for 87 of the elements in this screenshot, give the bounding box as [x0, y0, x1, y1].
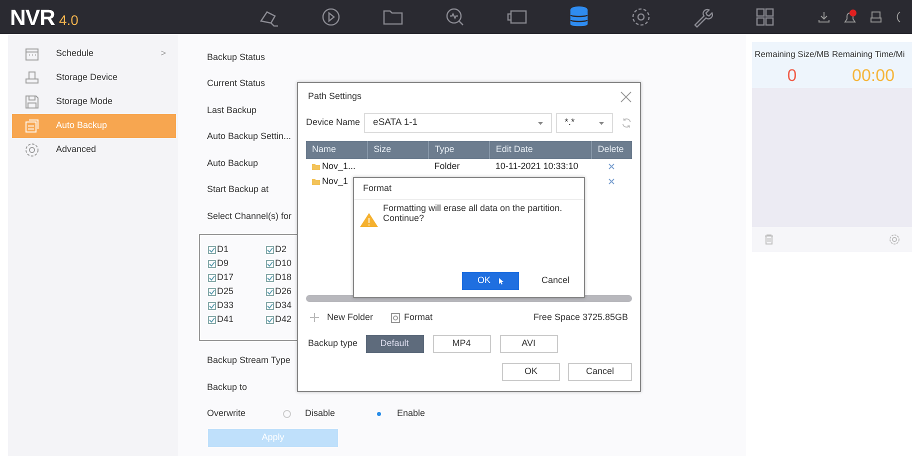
field-label: Device Name [306, 116, 360, 130]
app-logo: NVR [10, 4, 55, 32]
warning-message: Formatting will erase all data on the partition. Continue? [383, 204, 563, 225]
delete-icon[interactable] [608, 178, 616, 186]
channel-checkbox[interactable]: D2 [266, 242, 324, 256]
field-label: Overwrite [207, 407, 247, 420]
ok-button[interactable]: OK [502, 362, 560, 380]
filter-dropdown[interactable]: *.* [556, 113, 613, 133]
backup-type-button[interactable]: AVI [500, 334, 558, 352]
field-label: Start Backup at [207, 183, 269, 196]
field-label: Last Backup [207, 104, 257, 117]
delete-icon[interactable] [608, 163, 616, 170]
gear-icon [24, 142, 40, 158]
check-icon [209, 260, 215, 266]
caret-icon [598, 122, 604, 124]
channel-checkbox[interactable]: D17 [208, 270, 266, 284]
free-space-label: Free Space 3725.85GB [533, 311, 628, 324]
ok-button[interactable]: OK [462, 272, 519, 290]
chevron-icon: > [160, 47, 166, 61]
check-icon [267, 316, 273, 322]
cancel-button[interactable]: Cancel [568, 362, 632, 380]
remaining-size-label: Remaining Size/MB [754, 48, 830, 61]
channel-checkbox[interactable]: D18 [266, 270, 324, 284]
check-icon [209, 302, 215, 308]
field-label: Backup Status [207, 50, 266, 64]
channel-checkbox[interactable]: D9 [208, 256, 266, 270]
check-icon [209, 288, 215, 294]
check-icon [267, 302, 273, 308]
channel-checkbox[interactable]: D10 [266, 256, 324, 270]
field-label: Current Status [207, 77, 266, 90]
check-icon [209, 316, 215, 322]
cursor-icon [498, 278, 504, 284]
dialog-title: Format [363, 182, 392, 195]
check-icon [267, 288, 273, 294]
remaining-time-label: Remaining Time/Mi [832, 48, 906, 61]
plus-icon [310, 313, 319, 322]
field-label: Backup Stream Type [207, 354, 290, 367]
backup-type-button[interactable]: MP4 [432, 334, 491, 352]
warning-icon [359, 212, 379, 228]
sidebar-item[interactable]: Storage Mode [12, 90, 176, 114]
printer-icon[interactable] [870, 11, 882, 23]
download-icon[interactable] [818, 11, 830, 23]
sidebar-item[interactable]: Advanced [12, 138, 176, 162]
column-header: Name [306, 141, 368, 159]
column-header: Delete [591, 141, 632, 159]
backup-type-button[interactable]: Default [366, 334, 424, 352]
folder-icon [312, 164, 320, 170]
table-cell: 10-11-2021 10:33:10 [489, 159, 592, 174]
column-header: Type [428, 141, 490, 159]
folder-icon [312, 178, 320, 185]
check-icon [267, 260, 273, 266]
channel-checkbox[interactable]: D34 [266, 298, 324, 312]
channel-checkbox[interactable]: D26 [266, 284, 324, 298]
field-label: Backup to [207, 380, 248, 394]
radio-option[interactable]: Disable [283, 407, 336, 420]
field-label: Select Channel(s) for [207, 210, 292, 223]
document-icon [24, 118, 40, 134]
channel-checkbox[interactable]: D25 [208, 284, 266, 298]
drive-icon [24, 70, 40, 86]
version-label: 4.0 [58, 10, 78, 30]
table-cell: Folder [428, 159, 490, 174]
dialog-title: Path Settings [308, 90, 362, 104]
field-label: Backup type [308, 336, 358, 350]
table-cell: Nov_1... [306, 159, 368, 174]
sidebar-item[interactable]: Schedule > [12, 42, 176, 66]
channel-checkbox[interactable]: D1 [208, 242, 266, 256]
field-label: Auto Backup [207, 156, 258, 170]
column-header: Size [367, 141, 428, 159]
format-button[interactable]: Format [391, 311, 433, 324]
check-icon [267, 274, 273, 280]
format-icon [391, 312, 400, 323]
remaining-time-value: 00:00 [851, 64, 896, 87]
column-header: Edit Date [489, 141, 592, 159]
field-label: Auto Backup Settin... [207, 130, 292, 143]
check-icon [267, 246, 273, 252]
channel-checkbox[interactable]: D41 [208, 312, 266, 326]
sidebar-item[interactable]: Storage Device [12, 66, 176, 90]
caret-icon [538, 122, 543, 124]
channel-checkbox[interactable]: D33 [208, 298, 266, 312]
radio-option[interactable]: Enable [375, 407, 426, 420]
bell-icon[interactable] [842, 9, 858, 25]
check-icon [209, 246, 215, 252]
device-dropdown[interactable]: eSATA 1-1 [364, 113, 552, 133]
calendar-icon [24, 46, 40, 62]
check-icon [209, 274, 215, 280]
close-icon[interactable] [620, 91, 632, 103]
remaining-size-value: 0 [786, 64, 798, 87]
